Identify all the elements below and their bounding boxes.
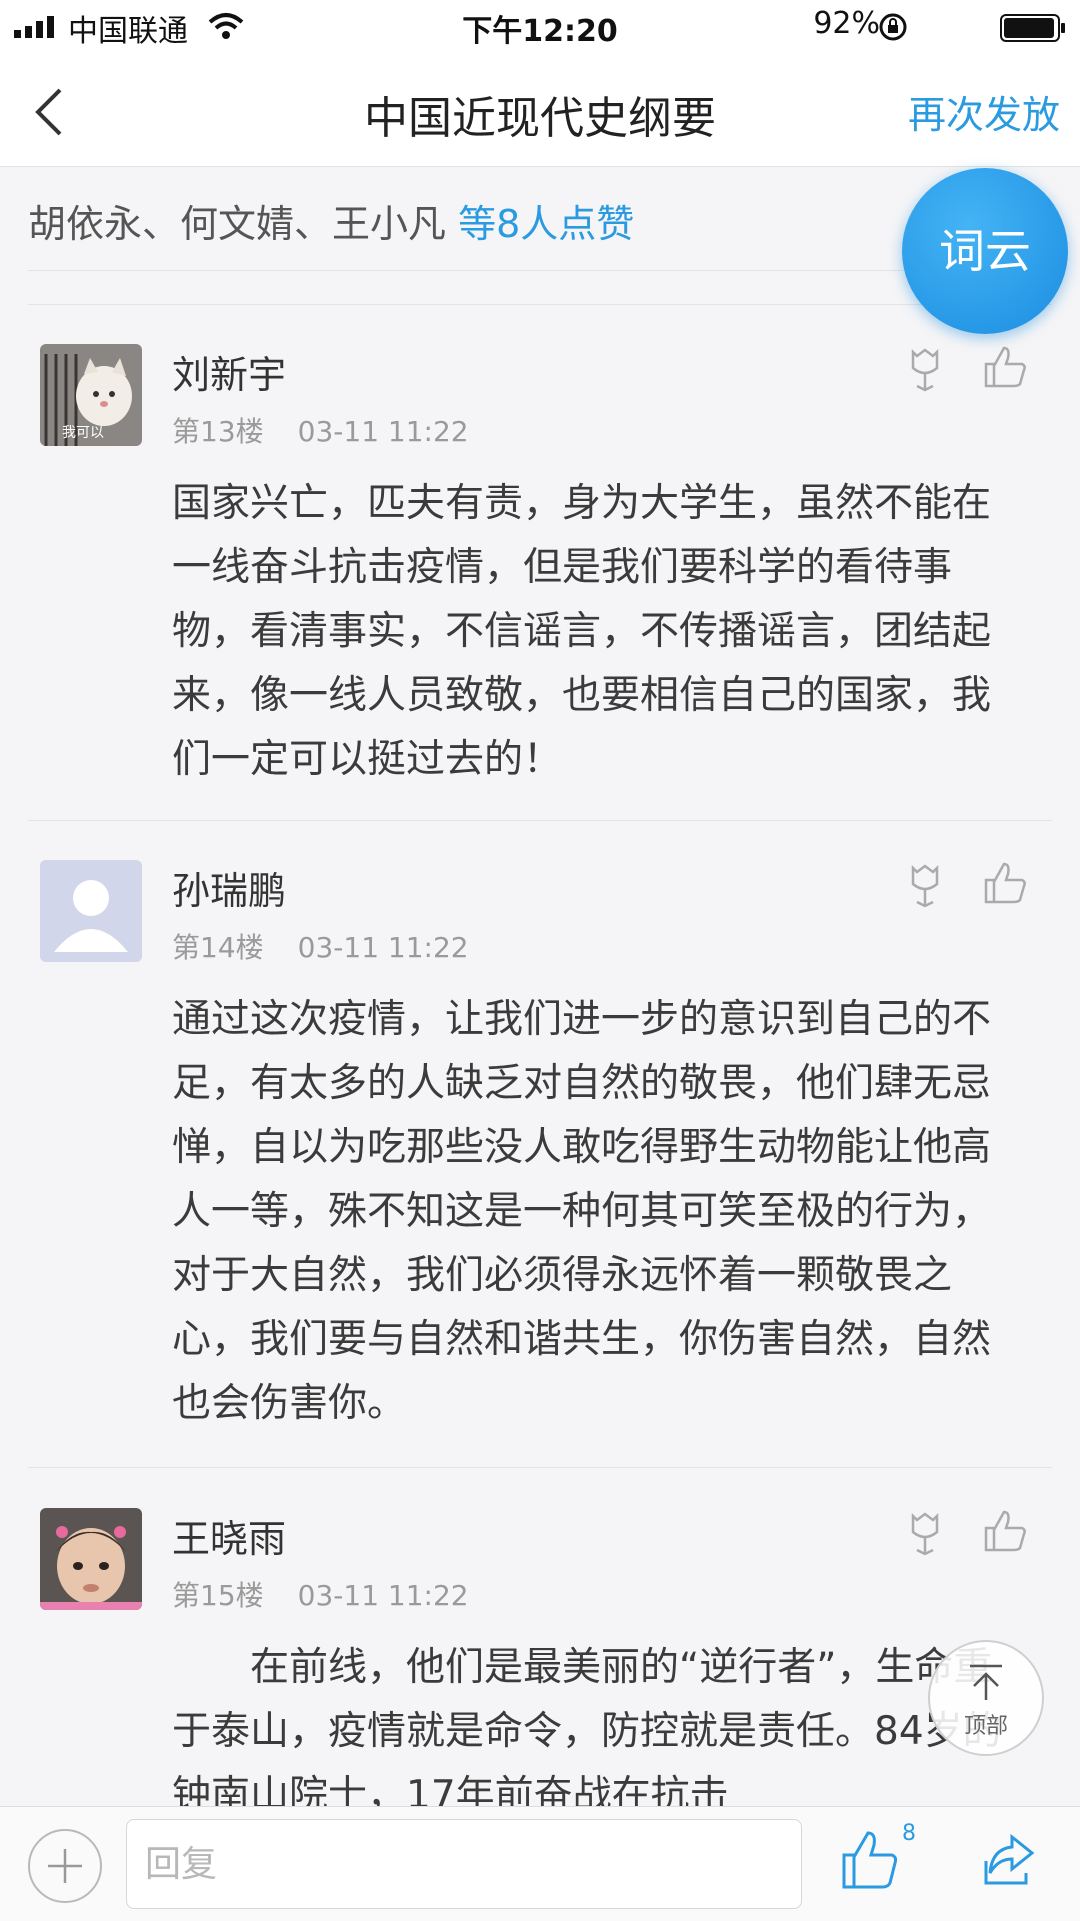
flower-icon[interactable] <box>903 1510 947 1556</box>
thumb-up-icon[interactable] <box>982 344 1028 390</box>
comment-meta: 第14楼 03-11 11:22 <box>172 926 503 966</box>
comment-time: 03-11 11:22 <box>297 1579 469 1612</box>
flower-icon[interactable] <box>903 346 947 392</box>
battery-icon <box>1000 14 1065 42</box>
status-bar: 中国联通 下午12:20 92% <box>0 0 1080 54</box>
thumb-up-icon[interactable] <box>982 1508 1028 1554</box>
comment-meta: 第13楼 03-11 11:22 <box>172 410 503 450</box>
avatar[interactable]: 我可以 <box>40 344 142 446</box>
thumb-up-icon[interactable] <box>982 860 1028 906</box>
resend-button[interactable]: 再次发放 <box>908 84 1060 139</box>
battery-percent: 92% <box>813 6 880 41</box>
flower-icon[interactable] <box>903 862 947 908</box>
back-to-top-button[interactable]: 顶部 <box>928 1640 1044 1756</box>
floor-label: 第15楼 <box>172 1579 264 1612</box>
thumb-up-icon[interactable] <box>840 1829 898 1891</box>
add-button[interactable] <box>28 1829 102 1903</box>
commenter-name[interactable]: 孙瑞鹏 <box>172 860 286 915</box>
default-user-icon <box>40 860 142 962</box>
plus-icon <box>48 1849 82 1883</box>
commenter-name[interactable]: 王晓雨 <box>172 1508 286 1563</box>
back-to-top-label: 顶部 <box>963 1714 1008 1739</box>
avatar[interactable] <box>40 860 142 962</box>
comment-text: 国家兴亡，匹夫有责，身为大学生，虽然不能在一线奋斗抗击疫情，但是我们要科学的看待… <box>172 481 992 782</box>
nav-bar: 中国近现代史纲要 再次发放 <box>0 54 1080 167</box>
avatar[interactable] <box>40 1508 142 1610</box>
floor-label: 第14楼 <box>172 931 264 964</box>
likes-more-link[interactable]: 等8人点赞 <box>458 202 634 246</box>
comment-text: 通过这次疫情，让我们进一步的意识到自己的不足，有太多的人缺乏对自然的敬畏，他们肆… <box>172 997 992 1426</box>
divider <box>28 304 1052 305</box>
arrow-up-icon <box>970 1664 1002 1700</box>
word-cloud-button[interactable]: 词云 <box>902 168 1068 334</box>
commenter-name[interactable]: 刘新宇 <box>172 344 286 399</box>
divider <box>28 820 1052 821</box>
divider <box>28 270 1052 271</box>
likers-names: 胡依永、何文婧、王小凡 <box>28 202 447 246</box>
floor-label: 第13楼 <box>172 415 264 448</box>
divider <box>28 1467 1052 1468</box>
bottom-bar: 回复 8 <box>0 1806 1080 1921</box>
comment-text: 在前线，他们是最美丽的“逆行者”，生命重于泰山，疫情就是命令，防控就是责任。84… <box>172 1645 1002 1818</box>
comment-meta: 第15楼 03-11 11:22 <box>172 1574 503 1614</box>
orientation-lock-icon <box>879 13 907 41</box>
avatar-child-image <box>40 1508 142 1610</box>
reply-input[interactable]: 回复 <box>126 1819 802 1909</box>
like-count: 8 <box>902 1821 916 1846</box>
share-icon[interactable] <box>982 1831 1038 1887</box>
avatar-caption: 我可以 <box>62 425 104 441</box>
comment-time: 03-11 11:22 <box>297 415 469 448</box>
comment-time: 03-11 11:22 <box>297 931 469 964</box>
status-time: 下午12:20 <box>462 14 618 49</box>
